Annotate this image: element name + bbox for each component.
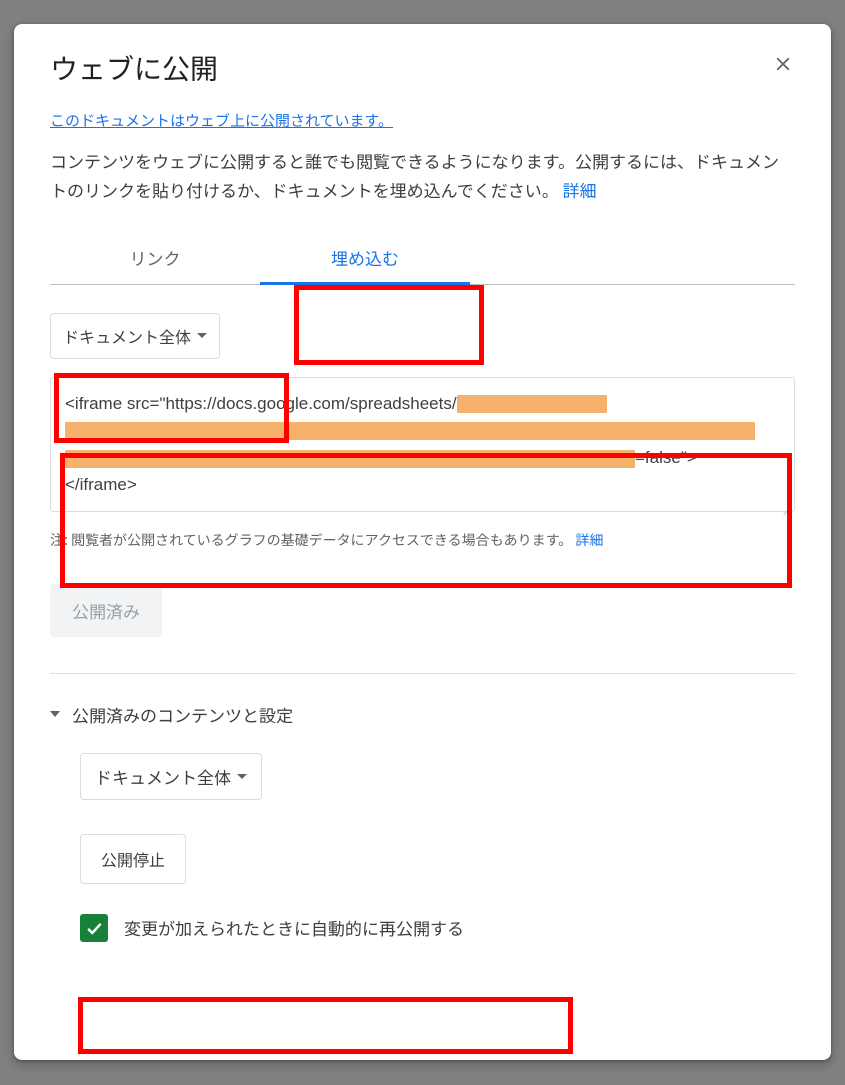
publish-to-web-dialog: ウェブに公開 このドキュメントはウェブ上に公開されています。 コンテンツをウェブ… xyxy=(14,24,831,1060)
dialog-title: ウェブに公開 xyxy=(50,48,218,88)
auto-republish-row[interactable]: 変更が加えられたときに自動的に再公開する xyxy=(80,914,795,942)
redacted-segment xyxy=(457,395,607,413)
embed-code-prefix: <iframe src="https://docs.google.com/spr… xyxy=(65,394,457,413)
close-icon xyxy=(772,53,794,75)
embed-code-line-1: <iframe src="https://docs.google.com/spr… xyxy=(65,390,780,417)
tab-embed[interactable]: 埋め込む xyxy=(260,231,470,284)
tab-bar: リンク 埋め込む xyxy=(50,231,795,285)
description-learn-more-link[interactable]: 詳細 xyxy=(563,177,597,202)
published-button: 公開済み xyxy=(50,584,162,637)
chevron-down-icon xyxy=(197,333,207,338)
scope-dropdown-label: ドキュメント全体 xyxy=(63,324,191,348)
footnote-learn-more-link[interactable]: 詳細 xyxy=(575,530,603,550)
description-text: コンテンツをウェブに公開すると誰でも閲覧できるようになります。公開するには、ドキ… xyxy=(50,148,779,202)
footnote-text: 注: 閲覧者が公開されているグラフの基礎データにアクセスできる場合もあります。 xyxy=(50,530,572,550)
redacted-segment xyxy=(65,422,755,440)
highlight-embed-tab xyxy=(294,285,484,365)
auto-republish-checkbox[interactable] xyxy=(80,914,108,942)
dialog-header: ウェブに公開 xyxy=(50,48,795,88)
divider xyxy=(50,673,795,674)
settings-scope-dropdown[interactable]: ドキュメント全体 xyxy=(80,753,262,800)
settings-scope-label: ドキュメント全体 xyxy=(95,764,231,789)
footnote: 注: 閲覧者が公開されているグラフの基礎データにアクセスできる場合もあります。 … xyxy=(50,530,795,550)
settings-body: ドキュメント全体 公開停止 変更が加えられたときに自動的に再公開する xyxy=(50,753,795,942)
check-icon xyxy=(84,918,104,938)
settings-header-label: 公開済みのコンテンツと設定 xyxy=(72,702,293,727)
embed-code-line-3: =false"> xyxy=(65,444,780,471)
chevron-down-icon xyxy=(237,774,247,779)
embed-code-textarea[interactable]: <iframe src="https://docs.google.com/spr… xyxy=(50,377,795,512)
resize-handle-icon[interactable] xyxy=(778,495,792,509)
embed-code-suffix: =false"> xyxy=(635,448,697,467)
stop-publishing-button[interactable]: 公開停止 xyxy=(80,834,186,884)
embed-code-closing: </iframe> xyxy=(65,471,780,498)
dialog-description: コンテンツをウェブに公開すると誰でも閲覧できるようになります。公開するには、ドキ… xyxy=(50,147,795,205)
scope-dropdown[interactable]: ドキュメント全体 xyxy=(50,313,220,359)
settings-header[interactable]: 公開済みのコンテンツと設定 xyxy=(50,702,795,727)
embed-code-line-2 xyxy=(65,417,780,444)
auto-republish-label: 変更が加えられたときに自動的に再公開する xyxy=(124,915,464,940)
close-button[interactable] xyxy=(763,44,803,84)
highlight-auto-republish xyxy=(78,997,573,1054)
tab-link[interactable]: リンク xyxy=(50,231,260,284)
redacted-segment xyxy=(65,450,635,468)
chevron-down-icon xyxy=(50,711,60,717)
published-notice-link[interactable]: このドキュメントはウェブ上に公開されています。 xyxy=(50,110,795,131)
